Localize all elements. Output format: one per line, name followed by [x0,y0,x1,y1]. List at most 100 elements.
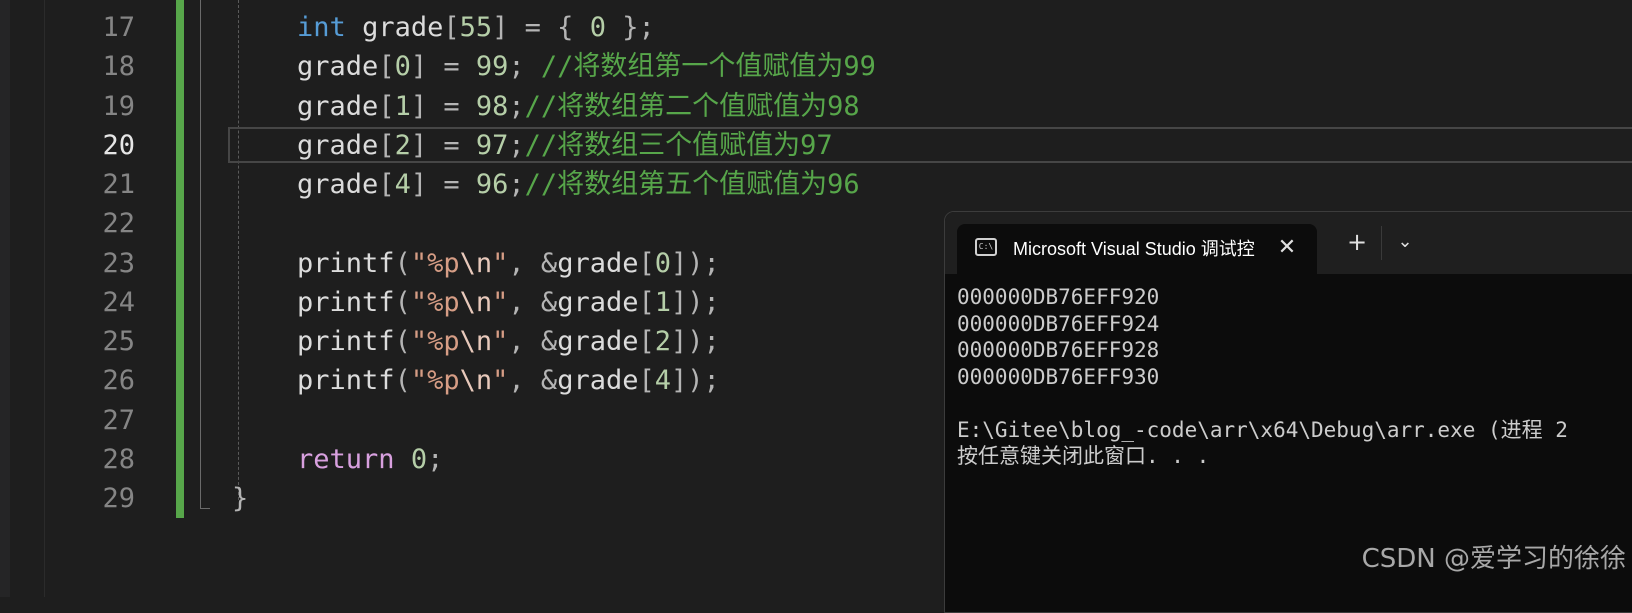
code-token: int [297,12,346,43]
code-token: printf [297,247,395,279]
code-token: \n [459,326,493,357]
code-token: [ [638,326,655,357]
console-output[interactable]: 000000DB76EFF920 000000DB76EFF924 000000DB… [957,284,1568,470]
code-token: " [492,286,509,318]
code-line[interactable]: int grade[55] = { 0 }; [232,8,876,47]
tab-separator [1381,226,1382,260]
code-token: grade [297,129,379,161]
code-token: 1 [394,90,411,122]
gutter-separator [44,0,45,597]
code-token: [ [378,90,395,122]
code-token: printf [297,286,395,318]
code-line[interactable]: grade[1] = 98;//将数组第二个值赋值为98 [232,87,876,126]
code-token: ] = [410,51,476,83]
code-token: printf [297,365,395,397]
code-token: grade [297,169,379,200]
code-token: 98 [475,90,509,122]
line-number: 20 [102,129,135,161]
code-token: ] = [410,129,476,161]
line-number: 24 [102,286,135,318]
code-token: 4 [654,365,671,397]
code-token: return [297,443,395,475]
code-line[interactable]: grade[0] = 99; //将数组第一个值赋值为99 [232,47,876,86]
code-token: //将数组三个值赋值为97 [524,129,833,161]
code-token: 1 [654,286,671,318]
code-token: grade [557,247,639,279]
code-line[interactable] [232,204,876,243]
code-token: [ [378,51,395,83]
code-token: 99 [475,51,509,83]
code-token: ]); [671,286,720,318]
code-line[interactable]: grade[2] = 97;//将数组三个值赋值为97 [232,126,876,165]
code-line[interactable]: printf("%p\n", &grade[4]); [232,361,876,400]
code-token: , & [508,247,558,279]
code-line[interactable]: printf("%p\n", &grade[2]); [232,322,876,361]
console-output-line: 000000DB76EFF928 [957,338,1160,362]
code-token: ( [394,247,411,279]
line-number: 19 [102,90,135,122]
code-token: [ [638,286,655,318]
code-token: 2 [394,129,411,161]
code-token: 55 [459,12,493,43]
code-token: [ [443,12,460,43]
code-token: printf [297,326,395,357]
code-line[interactable]: return 0; [232,440,876,479]
line-number: 25 [102,326,135,357]
code-token: //将数组第五个值赋值为96 [524,169,860,200]
code-token: "%p [410,286,460,318]
code-token: \n [459,365,493,397]
code-token: ; [508,90,525,122]
console-output-line: 按任意键关闭此窗口. . . [957,444,1210,468]
code-token: 0 [410,443,428,475]
line-number: 23 [102,247,135,279]
code-token: " [492,326,509,357]
outline-collapse-line[interactable] [200,0,201,508]
code-token: [ [638,247,655,279]
console-output-line: 000000DB76EFF920 [957,285,1160,309]
code-line[interactable] [232,401,876,440]
console-output-line: 000000DB76EFF930 [957,364,1160,389]
code-token: ( [394,326,411,357]
code-line[interactable]: printf("%p\n", &grade[1]); [232,283,876,322]
code-editor[interactable]: int grade[55] = { 0 }; grade[0] = 99; //… [232,8,876,518]
line-number: 18 [102,51,135,83]
console-output-line: E:\Gitee\blog_-code\arr\x64\Debug\arr.ex… [957,417,1568,442]
code-token: [ [378,169,395,200]
code-token: ] = [410,90,476,122]
line-number: 21 [102,169,135,200]
code-token: , & [508,326,558,357]
code-line[interactable]: } [232,479,876,518]
close-icon[interactable]: ✕ [1275,234,1299,262]
code-line[interactable]: grade[4] = 96;//将数组第五个值赋值为96 [232,165,876,204]
left-margin [0,0,10,597]
code-token: ; [427,443,444,475]
code-token: ; [508,129,525,161]
code-token: 4 [394,169,411,200]
code-token: "%p [410,326,460,357]
code-token: } [232,483,249,514]
console-tab[interactable]: C:\ Microsoft Visual Studio 调试控 ✕ [957,224,1317,274]
console-titlebar[interactable]: C:\ Microsoft Visual Studio 调试控 ✕ + ⌄ [945,212,1632,274]
code-token: [ [378,129,395,161]
watermark: CSDN @爱学习的徐徐 [1361,544,1626,574]
code-token: grade [297,51,379,83]
code-token: }; [605,12,655,43]
code-line[interactable]: printf("%p\n", &grade[0]); [232,244,876,283]
code-token: " [492,247,509,279]
code-token: ]); [671,247,720,279]
code-token: ; [508,169,525,200]
code-token: grade [557,326,639,357]
line-number: 29 [102,483,135,514]
chevron-down-icon[interactable]: ⌄ [1391,228,1419,256]
new-tab-button[interactable]: + [1343,228,1371,256]
